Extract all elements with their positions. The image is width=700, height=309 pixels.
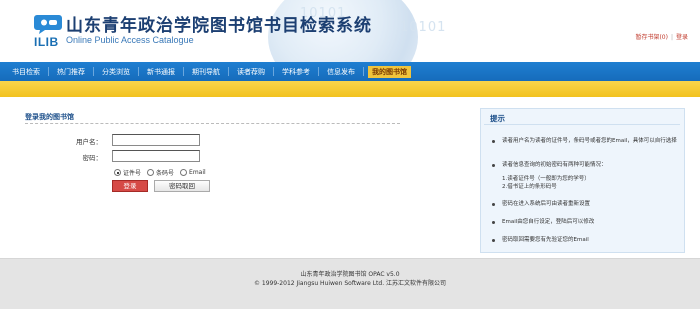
sub-nav-bar xyxy=(0,81,700,97)
nav-item-browse-category[interactable]: 分类浏览 xyxy=(94,67,138,77)
nav-item-journals[interactable]: 期刊导航 xyxy=(184,67,228,77)
opac-page: 10101 10101 ILIB 山东青年政治学院图书馆书目检索系统 Onlin… xyxy=(0,0,700,309)
nav-item-new-books[interactable]: 新书通报 xyxy=(139,67,183,77)
login-type-radio-group: 证件号 条码号 Email xyxy=(114,168,212,177)
divider xyxy=(25,123,400,124)
radio-barcode[interactable] xyxy=(147,169,155,176)
nav-item-hot-recommend[interactable]: 热门推荐 xyxy=(49,67,93,77)
password-input[interactable] xyxy=(112,150,200,162)
login-section-title: 登录我的图书馆 xyxy=(25,113,74,121)
footer-copyright: © 1999-2012 Jiangsu Huiwen Software Ltd.… xyxy=(253,280,447,287)
tip-item: 密码在进入系统后可由读者重新设置 xyxy=(492,200,680,208)
retrieve-password-button[interactable]: 密码取回 xyxy=(154,180,210,192)
tips-title: 提示 xyxy=(490,114,505,123)
radio-label: Email xyxy=(189,169,206,176)
nav-divider xyxy=(363,67,364,76)
tip-item: 读者信息查询的初始密码有两种可能情况： xyxy=(492,161,680,169)
nav-item-reader-purchase[interactable]: 读者荐购 xyxy=(229,67,273,77)
tip-item: 读者用户名为读者的证件号，条码号或者您的Email，具体可以自行选择 xyxy=(492,137,680,145)
radio-email[interactable] xyxy=(180,169,188,176)
login-link[interactable]: 登录 xyxy=(676,34,688,41)
footer-library-name: 山东青年政治学院图书馆 OPAC v5.0 xyxy=(300,271,400,278)
nav-item-subject-reference[interactable]: 学科参考 xyxy=(274,67,318,77)
site-title: 山东青年政治学院图书馆书目检索系统 xyxy=(66,16,372,36)
site-subtitle: Online Public Access Catalogue xyxy=(66,35,194,45)
radio-id-number[interactable] xyxy=(114,169,121,176)
password-label: 密码： xyxy=(82,154,103,162)
username-label: 用户名： xyxy=(76,138,102,146)
logo-speech-bubble-icon xyxy=(34,15,62,34)
cart-link[interactable]: 暂存书架(0) xyxy=(635,34,668,41)
radio-label: 条码号 xyxy=(156,170,175,177)
login-button[interactable]: 登录 xyxy=(112,180,148,192)
bullet-icon xyxy=(492,239,495,242)
header-links: 暂存书架(0) | 登录 xyxy=(635,34,688,41)
logo-text: ILIB xyxy=(34,35,59,49)
nav-item-my-library[interactable]: 我的图书馆 xyxy=(368,65,411,78)
bullet-icon xyxy=(492,164,495,167)
tip-subitem: 1.读者证件号（一般即为您的学号） 2.借书证上的条形码号 xyxy=(502,176,590,190)
site-header: 10101 10101 ILIB 山东青年政治学院图书馆书目检索系统 Onlin… xyxy=(0,0,700,62)
main-nav: 书目检索 热门推荐 分类浏览 新书通报 期刊导航 读者荐购 学科参考 信息发布 … xyxy=(0,62,700,81)
divider xyxy=(484,124,680,125)
nav-item-catalog-search[interactable]: 书目检索 xyxy=(4,67,48,77)
bullet-icon xyxy=(492,221,495,224)
tip-item: Email由您自行设定，登陆后可以修改 xyxy=(492,218,680,226)
background-digits: 10101 xyxy=(400,20,447,35)
bullet-icon xyxy=(492,203,495,206)
username-input[interactable] xyxy=(112,134,200,146)
tip-item: 密码取回需要您有先验证您的Email xyxy=(492,236,680,244)
nav-item-info-release[interactable]: 信息发布 xyxy=(319,67,363,77)
radio-label: 证件号 xyxy=(123,170,142,177)
bullet-icon xyxy=(492,140,495,143)
